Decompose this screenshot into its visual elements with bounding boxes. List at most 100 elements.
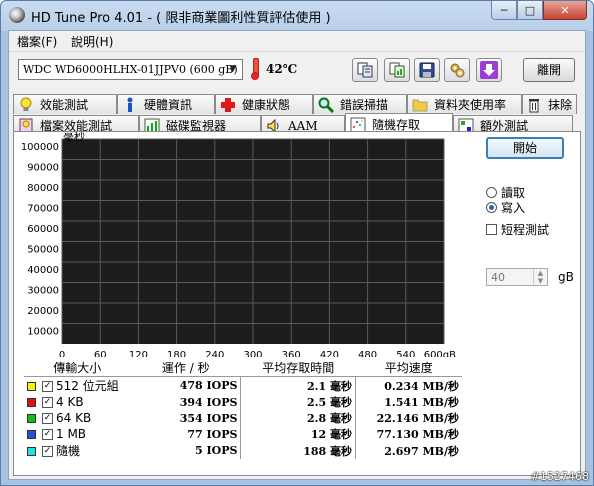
y-tick-label: 100000 — [21, 142, 59, 153]
start-button[interactable]: 開始 — [486, 137, 564, 159]
toolbar: WDC WD6000HLHX-01JJPV0 (600 gB) ▼ 42℃ 離開 — [9, 52, 585, 90]
drive-select-value: WDC WD6000HLHX-01JJPV0 (600 gB) — [23, 63, 238, 76]
access-time-cell: 2.1 毫秒 — [240, 376, 356, 394]
tab-folder-usage[interactable]: 資料夾使用率 — [407, 94, 522, 114]
y-tick-label: 10000 — [27, 327, 59, 338]
series-checkbox[interactable]: ✓ — [42, 446, 53, 457]
transfer-size-label: 4 KB — [56, 395, 84, 409]
tab-label: 資料夾使用率 — [434, 98, 507, 112]
trash-icon — [527, 97, 542, 113]
transfer-size-cell: ✓ 512 位元組 — [24, 377, 130, 395]
maximize-button[interactable]: □ — [517, 1, 543, 20]
transfer-size-label: 512 位元組 — [56, 379, 119, 393]
maximize-icon: □ — [524, 3, 536, 17]
series-color-swatch — [27, 382, 36, 391]
ops-cell: 77 IOPS — [187, 427, 238, 441]
series-checkbox[interactable]: ✓ — [42, 397, 53, 408]
tab-error-scan[interactable]: 錯誤掃描 — [313, 94, 407, 114]
menu-file[interactable]: 檔案(F) — [17, 33, 57, 50]
avg-speed-cell: 0.234 MB/秒 — [355, 376, 462, 394]
y-tick-label: 70000 — [27, 204, 59, 215]
x-tick-label: 300 — [243, 350, 262, 357]
test-size-value: 40 — [491, 271, 505, 284]
menu-help[interactable]: 說明(H) — [71, 33, 113, 50]
tab-label: 效能測試 — [40, 98, 89, 112]
short-test-label: 短程測試 — [501, 223, 550, 237]
window-controls: ─ □ ✕ — [491, 1, 587, 21]
close-button[interactable]: ✕ — [543, 1, 587, 20]
write-option[interactable]: 寫入 — [486, 199, 525, 216]
transfer-size-label: 隨機 — [56, 444, 81, 458]
header-ops-per-sec: 運作 / 秒 — [130, 359, 241, 377]
tab-label: 健康狀態 — [242, 98, 291, 112]
download-button[interactable] — [476, 58, 502, 82]
write-radio[interactable] — [486, 202, 497, 213]
x-tick-label: 240 — [205, 350, 224, 357]
dropdown-arrow-icon: ▼ — [229, 64, 237, 74]
avg-speed-cell: 22.146 MB/秒 — [355, 410, 462, 426]
table-row: ✓ 512 位元組 478 IOPS 2.1 毫秒 0.234 MB/秒 — [24, 376, 462, 395]
magnifier-icon — [318, 97, 334, 113]
x-tick-label: 480 — [358, 350, 377, 357]
close-icon: ✕ — [560, 3, 570, 17]
copy-info-icon — [357, 62, 373, 78]
download-icon — [480, 61, 498, 79]
x-tick-label: 180 — [167, 350, 186, 357]
save-button[interactable] — [414, 58, 440, 82]
x-tick-label: 60 — [94, 350, 107, 357]
drive-select[interactable]: WDC WD6000HLHX-01JJPV0 (600 gB) ▼ — [18, 59, 243, 80]
ops-cell: 394 IOPS — [179, 395, 238, 409]
transfer-size-label: 1 MB — [56, 427, 87, 441]
series-checkbox[interactable]: ✓ — [42, 429, 53, 440]
series-checkbox[interactable]: ✓ — [42, 381, 53, 392]
tab-label: 硬體資訊 — [144, 98, 193, 112]
table-row: ✓ 隨機 5 IOPS 188 毫秒 2.697 MB/秒 — [24, 442, 462, 459]
short-test-checkbox[interactable] — [486, 224, 497, 235]
results-table: 傳輸大小 運作 / 秒 平均存取時間 平均速度 ✓ 512 位元組 478 IOPS… — [24, 359, 462, 459]
minimize-icon: ─ — [500, 3, 508, 17]
copy-screenshot-button[interactable] — [384, 58, 410, 82]
read-radio[interactable] — [486, 187, 497, 198]
x-tick-label: 540 — [396, 350, 415, 357]
spinner-arrows-icon[interactable]: ▲ ▼ — [533, 269, 547, 285]
transfer-size-cell: ✓ 1 MB — [24, 426, 130, 442]
y-tick-label: 90000 — [27, 163, 59, 174]
transfer-size-cell: ✓ 64 KB — [24, 410, 130, 426]
x-tick-label: 120 — [129, 350, 148, 357]
title-bar[interactable]: HD Tune Pro 4.01 - ( 限非商業圖利性質評估使用 ) ─ □ … — [1, 1, 593, 30]
app-disc-icon — [9, 7, 25, 23]
access-time-cell: 188 毫秒 — [240, 442, 356, 459]
minimize-button[interactable]: ─ — [491, 1, 517, 20]
transfer-size-label: 64 KB — [56, 411, 92, 425]
series-color-swatch — [27, 430, 36, 439]
info-icon — [122, 97, 138, 113]
tabs-row-1: 效能測試 硬體資訊 健康狀態 錯誤掃描 資料夾使用率 抹除 — [13, 94, 577, 115]
test-size-unit: gB — [558, 270, 574, 284]
transfer-size-cell: ✓ 4 KB — [24, 394, 130, 410]
series-color-swatch — [27, 414, 36, 423]
watermark: #1527468 — [530, 470, 589, 483]
options-button[interactable] — [444, 58, 470, 82]
exit-button[interactable]: 離開 — [523, 58, 575, 82]
series-color-swatch — [27, 447, 36, 456]
app-window: HD Tune Pro 4.01 - ( 限非商業圖利性質評估使用 ) ─ □ … — [0, 0, 594, 486]
x-tick-label: 600gB — [424, 350, 456, 357]
random-access-chart: 0 60 120 180 240 300 360 420 480 540 600gB 100000 90… — [21, 132, 456, 357]
copy-info-button[interactable] — [352, 58, 378, 82]
y-tick-label: 60000 — [27, 224, 59, 235]
y-tick-label: 30000 — [27, 286, 59, 297]
ops-cell: 5 IOPS — [195, 444, 238, 457]
series-color-swatch — [27, 398, 36, 407]
tab-health[interactable]: 健康狀態 — [215, 94, 313, 114]
tab-hardware-info[interactable]: 硬體資訊 — [117, 94, 215, 114]
short-test-option[interactable]: 短程測試 — [486, 221, 549, 238]
ops-cell: 478 IOPS — [179, 379, 238, 392]
y-tick-label: 50000 — [27, 245, 59, 256]
tab-erase[interactable]: 抹除 — [522, 94, 577, 114]
series-checkbox[interactable]: ✓ — [42, 413, 53, 424]
y-axis-unit-label: 毫秒 — [63, 132, 85, 143]
health-cross-icon — [220, 97, 236, 113]
tab-benchmark[interactable]: 效能測試 — [13, 94, 117, 114]
test-size-spinner[interactable]: 40 ▲ ▼ — [486, 268, 548, 286]
header-transfer-size: 傳輸大小 — [24, 359, 131, 377]
